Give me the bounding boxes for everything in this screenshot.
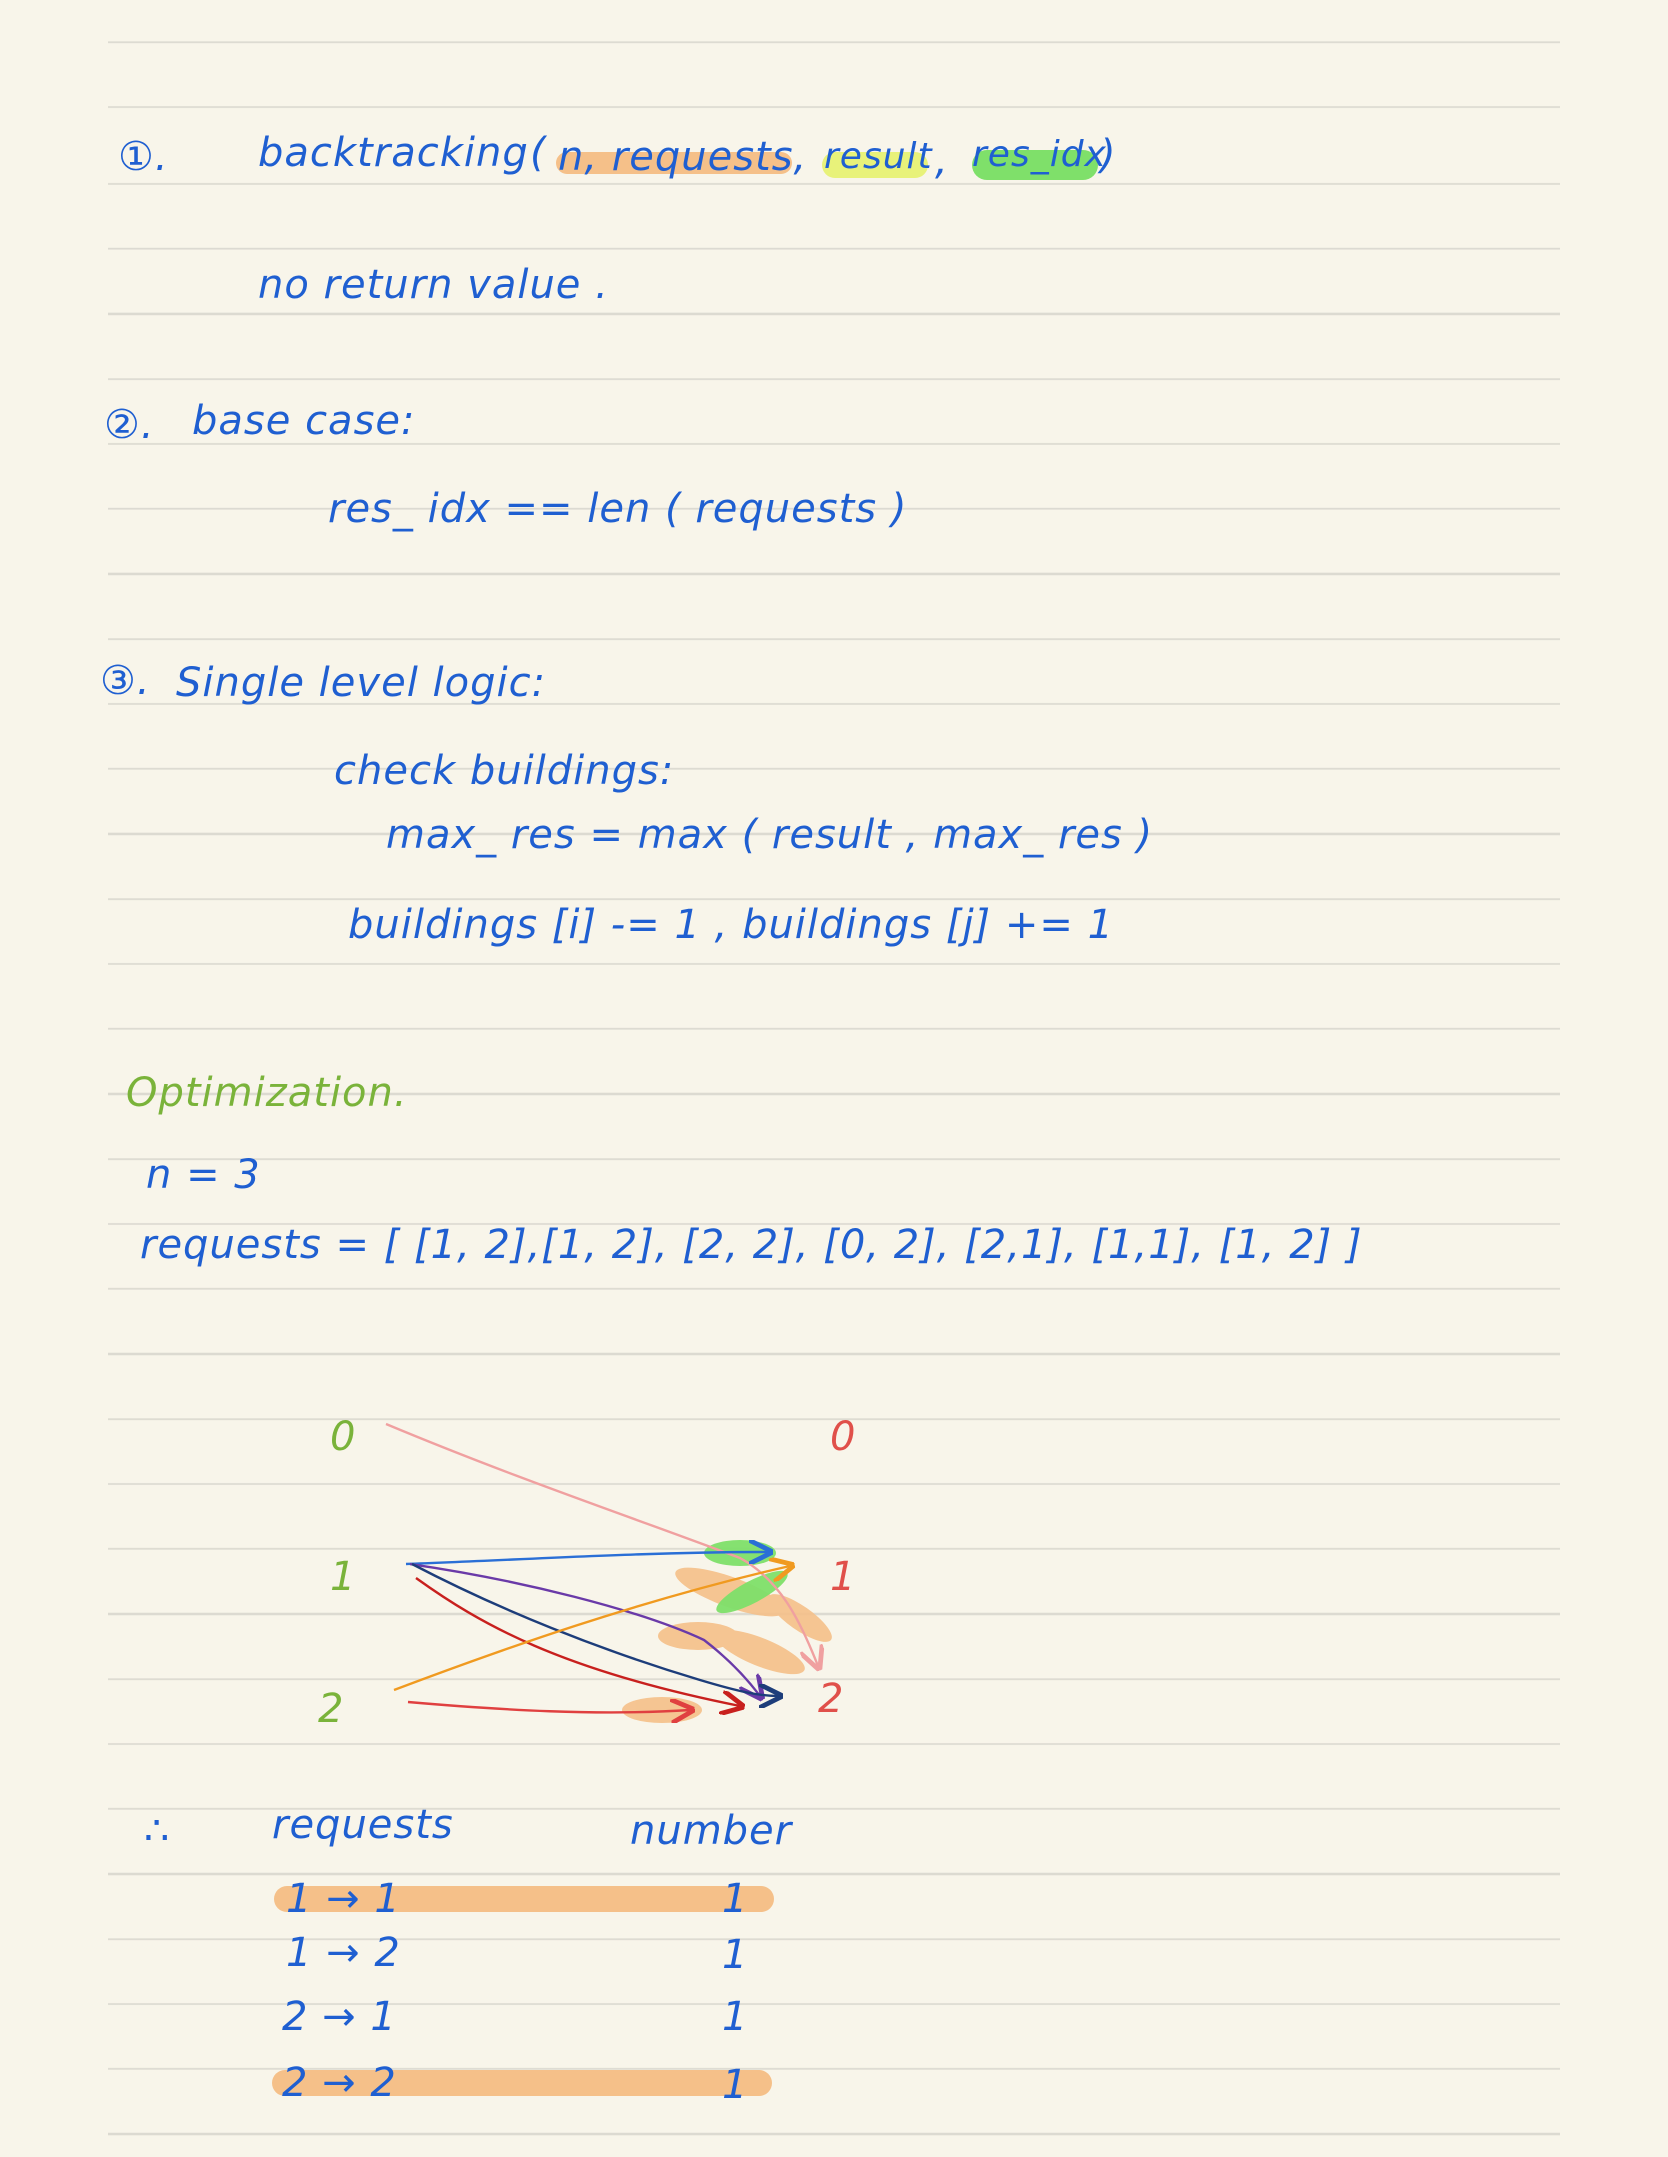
summary-row-2-number: 1 bbox=[722, 1932, 749, 1978]
right-building-label-0: 0 bbox=[830, 1414, 855, 1460]
requests-flow-diagram: 0 1 2 0 1 2 bbox=[318, 1414, 855, 1732]
summary-row-2-request: 1 → 2 bbox=[286, 1930, 401, 1976]
therefore-symbol: ∴ bbox=[144, 1808, 171, 1854]
notebook-page: ①. backtracking ( n, requests, result , … bbox=[0, 0, 1668, 2157]
right-building-label-2: 2 bbox=[818, 1676, 843, 1722]
summary-row-4-number: 1 bbox=[722, 2062, 749, 2108]
right-building-label-1: 1 bbox=[830, 1554, 855, 1600]
summary-row-3-number: 1 bbox=[722, 1994, 749, 2040]
column-header-number: number bbox=[630, 1808, 793, 1854]
summary-row-3-request: 2 → 1 bbox=[282, 1994, 397, 2040]
destination-highlight-blobs bbox=[622, 1567, 832, 1723]
left-building-label-1: 1 bbox=[330, 1554, 355, 1600]
left-building-label-2: 2 bbox=[318, 1686, 343, 1732]
column-header-requests: requests bbox=[272, 1802, 454, 1848]
left-building-label-0: 0 bbox=[330, 1414, 355, 1460]
summary-row-1-request: 1 → 1 bbox=[286, 1876, 401, 1922]
summary-row-4-request: 2 → 2 bbox=[282, 2060, 397, 2106]
summary-row-1-number: 1 bbox=[722, 1876, 749, 1922]
